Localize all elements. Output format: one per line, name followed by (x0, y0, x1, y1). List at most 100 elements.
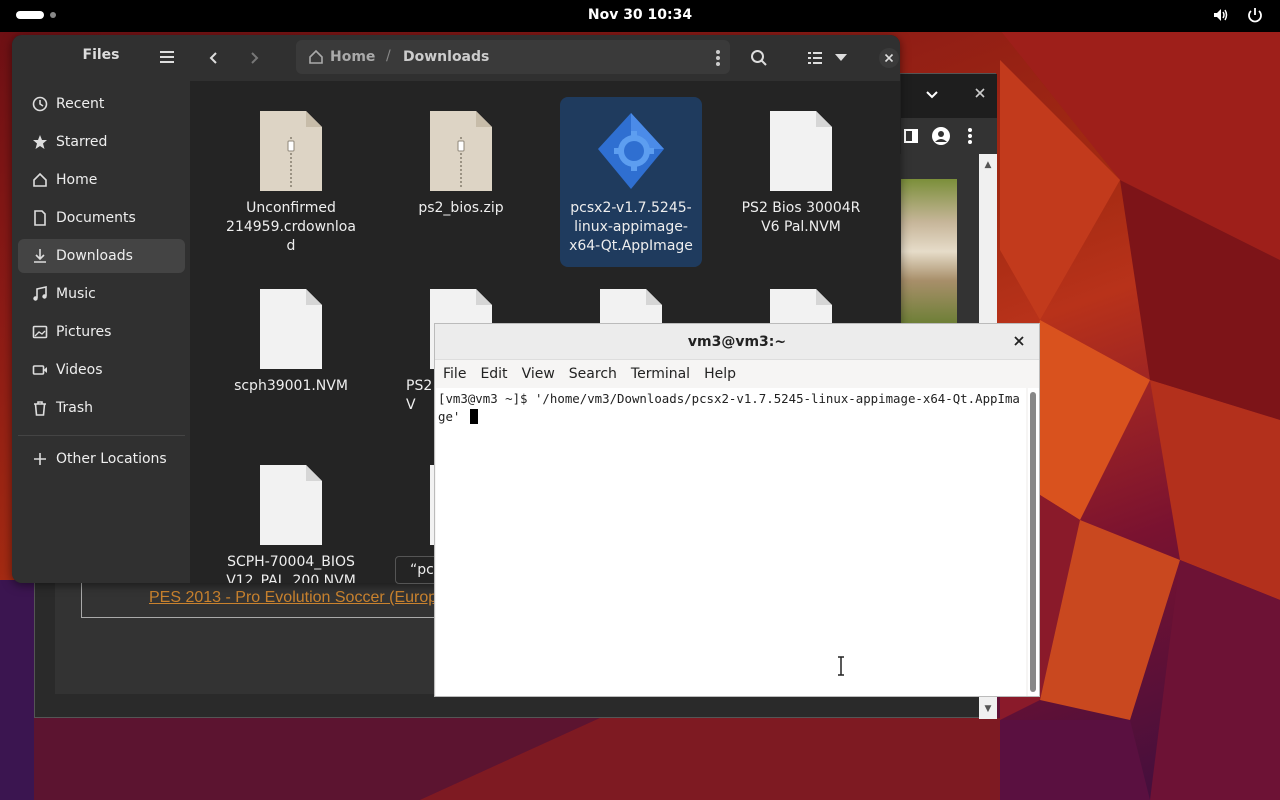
game-thumbnail[interactable] (901, 179, 957, 324)
download-icon (32, 248, 48, 264)
sidebar-item-label: Other Locations (56, 451, 167, 467)
sidebar-item-recent[interactable]: Recent (18, 87, 185, 121)
sidebar-item-label: Starred (56, 134, 108, 150)
file-item[interactable]: SCPH-70004_BIOS V12_PAL_200.NVM (220, 451, 362, 583)
terminal-menubar: File Edit View Search Terminal Help (435, 361, 1039, 388)
file-name: SCPH-70004_BIOS V12_PAL_200.NVM (226, 554, 356, 583)
close-icon (1014, 336, 1024, 346)
home-icon (32, 172, 48, 188)
volume-icon[interactable] (1212, 6, 1230, 24)
document-icon (258, 463, 324, 547)
terminal-window: vm3@vm3:~ File Edit View Search Terminal… (434, 323, 1040, 697)
hamburger-menu-icon[interactable] (156, 48, 180, 68)
file-item-selected[interactable]: pcsx2-v1.7.5245-linux-appimage-x64-Qt.Ap… (560, 97, 702, 267)
files-header: Home / Downloads (190, 35, 900, 81)
path-bar: Home / Downloads (296, 40, 730, 74)
workspace-dot (50, 12, 56, 18)
sidebar-item-downloads[interactable]: Downloads (18, 239, 185, 273)
account-icon[interactable] (931, 126, 951, 150)
files-sidebar: Files Recent Starred Home Documents Down… (12, 35, 190, 583)
chevron-left-icon (209, 52, 217, 64)
file-item[interactable]: Unconfirmed 214959.crdownload (220, 97, 362, 264)
menu-file[interactable]: File (443, 361, 473, 388)
document-icon (768, 109, 834, 193)
file-name: ps2_bios.zip (418, 200, 504, 216)
sidebar-item-label: Downloads (56, 248, 133, 264)
chevron-down-icon[interactable] (925, 87, 939, 105)
sidebar-item-home[interactable]: Home (18, 163, 185, 197)
view-options-button[interactable] (832, 45, 850, 71)
top-bar: Nov 30 10:34 (0, 0, 1280, 32)
sidebar-item-label: Pictures (56, 324, 112, 340)
activities-button[interactable] (16, 11, 56, 19)
file-item[interactable]: scph39001.NVM (220, 275, 362, 404)
sidebar-item-starred[interactable]: Starred (18, 125, 185, 159)
file-name: pcsx2-v1.7.5245-linux-appimage-x64-Qt.Ap… (569, 200, 693, 254)
ibeam-cursor-icon (838, 656, 844, 676)
activities-indicator (16, 11, 44, 19)
text-cursor (469, 409, 478, 424)
sidebar-icon[interactable] (903, 128, 919, 148)
path-home-label: Home (330, 49, 376, 65)
path-menu-icon[interactable] (708, 48, 728, 68)
browser-toolbar (901, 118, 997, 154)
sidebar-item-documents[interactable]: Documents (18, 201, 185, 235)
close-window-button[interactable] (878, 45, 900, 71)
scroll-down-arrow[interactable]: ▼ (979, 702, 997, 716)
sidebar-item-videos[interactable]: Videos (18, 353, 185, 387)
path-home[interactable]: Home (308, 49, 375, 65)
sidebar-item-label: Recent (56, 96, 105, 112)
search-button[interactable] (746, 45, 772, 71)
view-list-button[interactable] (804, 45, 826, 71)
menu-edit[interactable]: Edit (480, 361, 514, 388)
document-icon (258, 287, 324, 371)
sidebar-item-label: Videos (56, 362, 103, 378)
search-icon (751, 50, 767, 66)
chevron-right-icon (251, 52, 259, 64)
menu-search[interactable]: Search (569, 361, 624, 388)
terminal-command-line: [vm3@vm3 ~]$ '/home/vm3/Downloads/pcsx2-… (438, 391, 1020, 424)
pcsx2-app-icon (598, 109, 664, 193)
file-name: PS2 Bios 30004R V6 Pal.NVM (741, 200, 861, 235)
browser-tab-bar (901, 74, 997, 118)
file-item[interactable]: PS2 Bios 30004R V6 Pal.NVM (730, 97, 872, 245)
forward-button[interactable] (240, 45, 268, 71)
sidebar-item-music[interactable]: Music (18, 277, 185, 311)
sidebar-item-pictures[interactable]: Pictures (18, 315, 185, 349)
list-view-icon (808, 52, 822, 64)
sidebar-item-trash[interactable]: Trash (18, 391, 185, 425)
menu-help[interactable]: Help (704, 361, 743, 388)
music-icon (32, 286, 48, 302)
path-current[interactable]: Downloads (403, 49, 489, 65)
document-icon (32, 210, 48, 226)
menu-view[interactable]: View (522, 361, 562, 388)
file-name: Unconfirmed 214959.crdownload (226, 200, 356, 254)
archive-icon (428, 109, 494, 193)
terminal-close-button[interactable] (1009, 332, 1029, 352)
terminal-title: vm3@vm3:~ (435, 324, 1039, 360)
archive-icon (258, 109, 324, 193)
sidebar-item-label: Documents (56, 210, 136, 226)
power-icon[interactable] (1246, 6, 1264, 24)
terminal-scrollbar[interactable] (1028, 388, 1039, 696)
file-item[interactable]: ps2_bios.zip (390, 97, 532, 226)
kebab-menu-icon[interactable] (967, 126, 973, 150)
video-icon (32, 362, 48, 378)
sidebar-item-label: Trash (56, 400, 93, 416)
triangle-down-icon (835, 54, 847, 61)
sidebar-item-label: Music (56, 286, 96, 302)
close-icon[interactable] (973, 86, 987, 104)
pes-2013-link[interactable]: PES 2013 - Pro Evolution Soccer (Europ (149, 589, 437, 607)
picture-icon (32, 324, 48, 340)
trash-icon (32, 400, 48, 416)
menu-terminal[interactable]: Terminal (631, 361, 697, 388)
scroll-up-arrow[interactable]: ▲ (979, 158, 997, 172)
terminal-output[interactable]: [vm3@vm3 ~]$ '/home/vm3/Downloads/pcsx2-… (436, 388, 1026, 696)
sidebar-item-label: Home (56, 172, 98, 188)
star-icon (32, 134, 48, 150)
path-separator: / (386, 48, 391, 64)
sidebar-separator (18, 435, 185, 436)
clock[interactable]: Nov 30 10:34 (588, 7, 692, 23)
sidebar-item-other-locations[interactable]: Other Locations (18, 442, 185, 476)
back-button[interactable] (200, 45, 228, 71)
